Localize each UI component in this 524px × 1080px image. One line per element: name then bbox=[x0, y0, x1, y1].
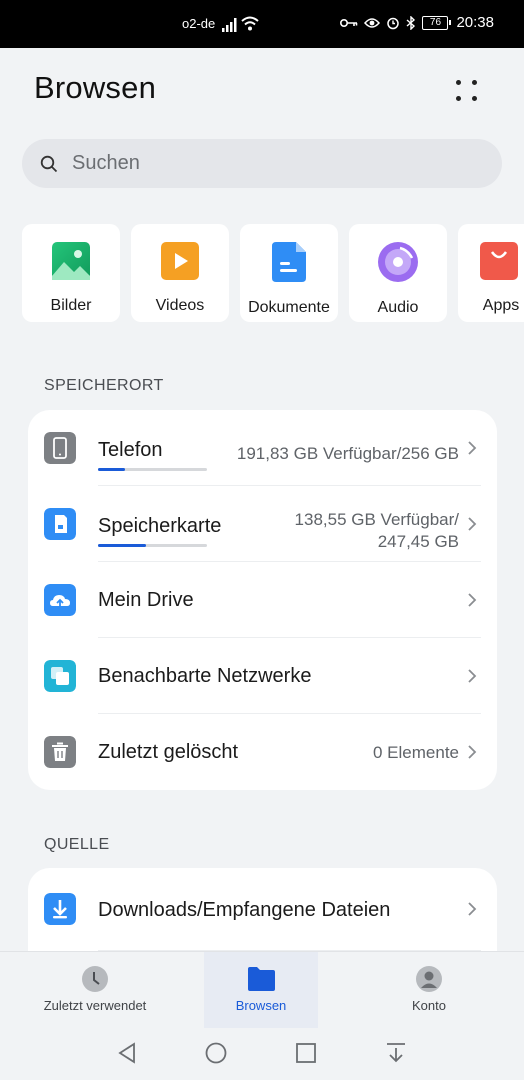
images-icon bbox=[52, 242, 90, 280]
storage-item-meta: 138,55 GB Verfügbar/247,45 GB bbox=[295, 509, 459, 553]
usage-bar bbox=[98, 468, 207, 471]
category-label: Audio bbox=[377, 299, 419, 316]
category-label: Bilder bbox=[50, 297, 92, 314]
storage-item-label: Telefon bbox=[98, 439, 163, 461]
category-apps[interactable]: Apps bbox=[458, 224, 524, 322]
clock: 20:38 bbox=[456, 14, 494, 31]
nav-tab-recent[interactable]: Zuletzt verwendet bbox=[20, 952, 170, 1029]
storage-item-recently-deleted[interactable]: Zuletzt gelöscht 0 Elemente bbox=[28, 714, 497, 790]
usage-bar-fill bbox=[98, 468, 126, 471]
chevron-right-icon bbox=[468, 902, 477, 916]
sd-card-icon bbox=[44, 508, 76, 540]
system-navigation-bar bbox=[0, 1028, 524, 1080]
cloud-drive-icon bbox=[44, 584, 76, 616]
dot-icon bbox=[455, 79, 461, 85]
usage-bar bbox=[98, 544, 207, 547]
recents-icon[interactable] bbox=[296, 1043, 316, 1063]
download-icon bbox=[44, 893, 76, 925]
document-icon bbox=[272, 242, 306, 282]
storage-item-sd-card[interactable]: Speicherkarte 138,55 GB Verfügbar/247,45… bbox=[28, 486, 497, 562]
storage-item-meta: 0 Elemente bbox=[373, 743, 459, 762]
category-label: Apps bbox=[482, 297, 520, 314]
search-icon bbox=[40, 155, 58, 172]
back-icon[interactable] bbox=[116, 1042, 138, 1064]
more-options-button[interactable] bbox=[448, 72, 484, 108]
source-card: Downloads/Empfangene Dateien bbox=[28, 868, 497, 951]
storage-item-meta: 191,83 GB Verfügbar/256 GB bbox=[236, 444, 459, 463]
phone-icon bbox=[44, 432, 76, 464]
signal-icon bbox=[222, 18, 237, 32]
storage-item-label: Speicherkarte bbox=[98, 515, 222, 537]
audio-icon bbox=[378, 242, 418, 282]
alarm-icon bbox=[387, 17, 400, 29]
chevron-right-icon bbox=[468, 745, 477, 759]
storage-item-phone[interactable]: Telefon 191,83 GB Verfügbar/256 GB bbox=[28, 410, 497, 486]
storage-item-nearby-networks[interactable]: Benachbarte Netzwerke bbox=[28, 638, 497, 714]
category-documents[interactable]: Dokumente bbox=[240, 224, 338, 322]
chevron-right-icon bbox=[468, 441, 477, 455]
account-icon bbox=[416, 966, 442, 992]
notification-shade-icon[interactable] bbox=[385, 1042, 407, 1064]
nav-tab-label: Browsen bbox=[235, 998, 287, 1013]
storage-meta-line1: 138,55 GB Verfügbar/ bbox=[294, 510, 459, 529]
storage-item-label: Mein Drive bbox=[98, 589, 194, 611]
status-bar: o2-de 76 20:38 bbox=[0, 0, 524, 48]
category-videos[interactable]: Videos bbox=[131, 224, 229, 322]
search-bar[interactable] bbox=[22, 139, 502, 188]
bluetooth-icon bbox=[406, 15, 416, 30]
video-icon bbox=[161, 242, 199, 280]
category-label: Videos bbox=[155, 297, 205, 314]
storage-item-my-drive[interactable]: Mein Drive bbox=[28, 562, 497, 638]
storage-card: Telefon 191,83 GB Verfügbar/256 GB Speic… bbox=[28, 410, 497, 790]
home-icon[interactable] bbox=[205, 1042, 227, 1064]
apps-icon bbox=[480, 242, 518, 280]
clock-icon bbox=[82, 966, 108, 992]
source-item-label: Downloads/Empfangene Dateien bbox=[98, 899, 391, 921]
chevron-right-icon bbox=[468, 669, 477, 683]
dot-icon bbox=[455, 95, 461, 101]
source-item-downloads[interactable]: Downloads/Empfangene Dateien bbox=[28, 868, 497, 951]
dot-icon bbox=[471, 79, 477, 85]
chevron-right-icon bbox=[468, 517, 477, 531]
dot-icon bbox=[471, 95, 477, 101]
eye-icon bbox=[364, 17, 381, 28]
category-label: Dokumente bbox=[248, 299, 330, 316]
nav-tab-browse[interactable]: Browsen bbox=[204, 952, 318, 1029]
search-input[interactable] bbox=[70, 151, 454, 176]
chevron-right-icon bbox=[468, 593, 477, 607]
wifi-icon bbox=[241, 16, 259, 31]
storage-item-label: Benachbarte Netzwerke bbox=[98, 665, 312, 687]
trash-icon bbox=[44, 736, 76, 768]
storage-meta-line2: 247,45 GB bbox=[377, 532, 459, 551]
storage-item-label: Zuletzt gelöscht bbox=[98, 741, 239, 763]
section-heading-storage: SPEICHERORT bbox=[44, 377, 164, 394]
category-audio[interactable]: Audio bbox=[349, 224, 447, 322]
network-share-icon bbox=[44, 660, 76, 692]
battery-icon: 76 bbox=[422, 15, 452, 30]
folder-icon bbox=[248, 967, 275, 991]
nav-tab-label: Zuletzt verwendet bbox=[43, 998, 147, 1013]
nav-tab-account[interactable]: Konto bbox=[380, 952, 478, 1029]
usage-bar-fill bbox=[98, 544, 146, 547]
carrier-label: o2-de bbox=[182, 16, 216, 31]
section-heading-source: QUELLE bbox=[44, 836, 110, 853]
nav-tab-label: Konto bbox=[412, 998, 446, 1013]
bottom-navigation: Zuletzt verwendet Browsen Konto bbox=[0, 951, 524, 1029]
page-title: Browsen bbox=[34, 70, 157, 105]
category-images[interactable]: Bilder bbox=[22, 224, 120, 322]
key-icon bbox=[340, 18, 358, 27]
